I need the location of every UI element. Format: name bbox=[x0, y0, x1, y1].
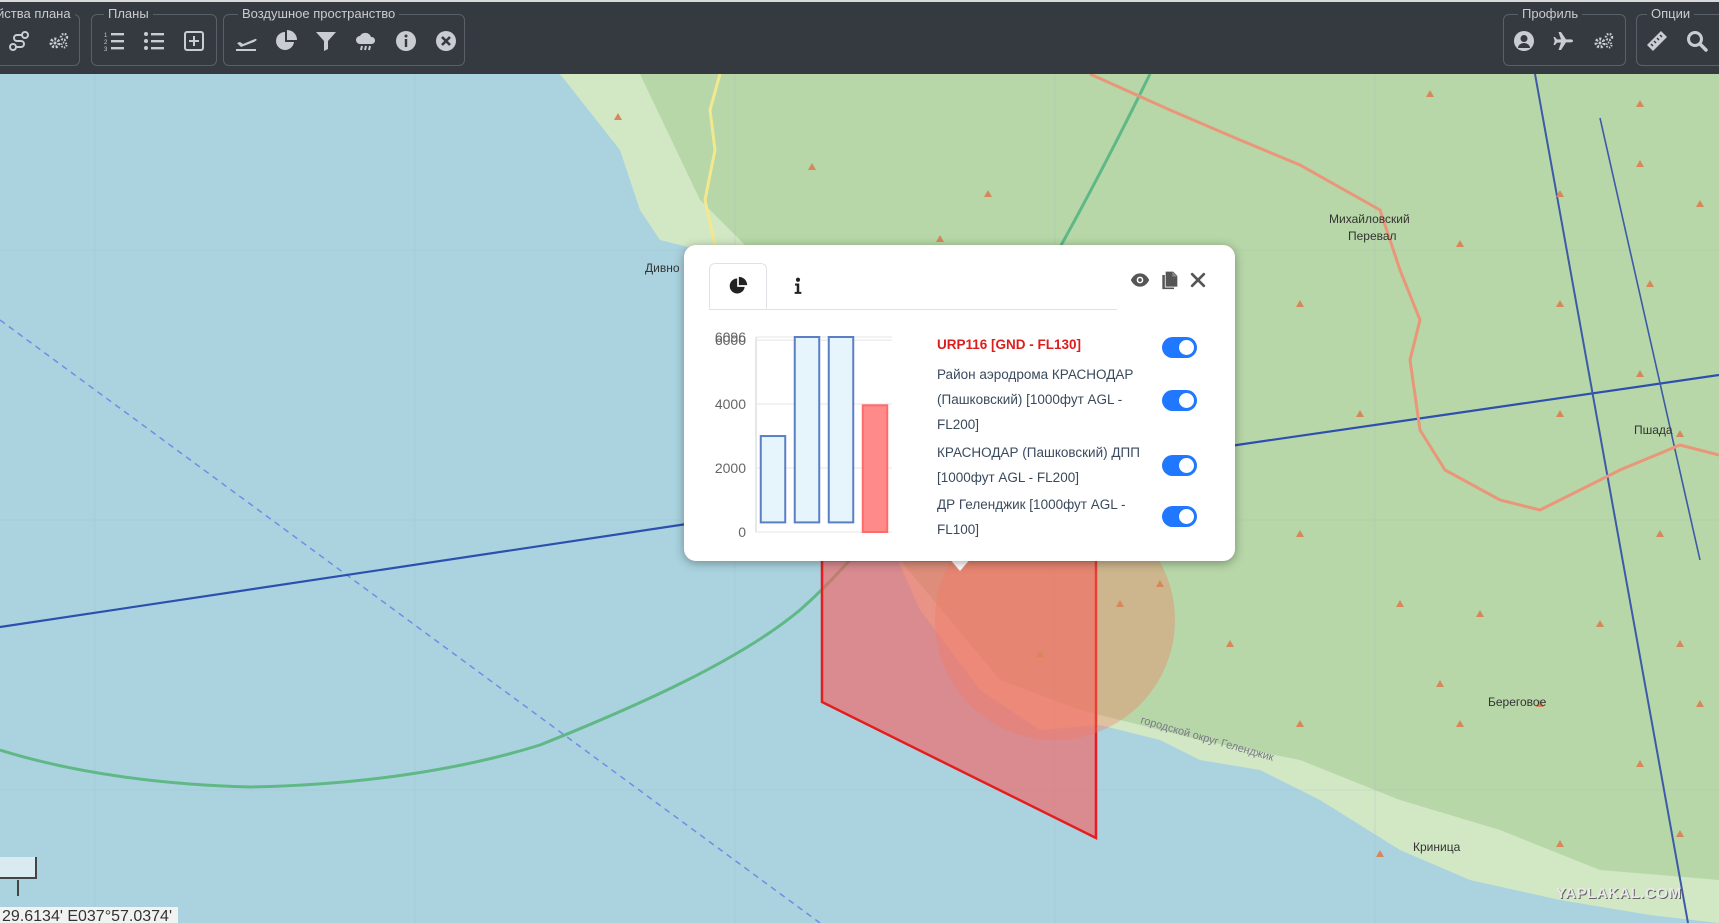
ruler-icon bbox=[1647, 31, 1667, 51]
airspace-label: Район аэродрома КРАСНОДАР bbox=[937, 367, 1134, 382]
numbered-list-button[interactable]: 123 bbox=[100, 27, 128, 55]
filter-button[interactable] bbox=[312, 27, 340, 55]
info-button[interactable] bbox=[392, 27, 420, 55]
pie-chart-icon bbox=[729, 276, 748, 294]
watermark: YAPLAKAL.COM bbox=[1556, 885, 1682, 902]
tab-info[interactable] bbox=[769, 263, 827, 309]
profile-group: Профиль bbox=[1503, 7, 1626, 66]
chart-bar[interactable] bbox=[759, 435, 787, 524]
options-group: Опции bbox=[1636, 7, 1719, 66]
airspace-toggle-urp116[interactable] bbox=[1162, 337, 1197, 358]
profile-settings-button[interactable] bbox=[1590, 27, 1618, 55]
airspace-item-urp116: URP116 [GND - FL130] bbox=[937, 332, 1157, 357]
eye-icon bbox=[1130, 273, 1150, 287]
scale-bar bbox=[0, 857, 37, 879]
place-label-krinitsa: Криница bbox=[1413, 840, 1461, 854]
filter-icon bbox=[316, 32, 336, 51]
airspace-label: URP116 [GND - FL130] bbox=[937, 337, 1082, 352]
chart-bars bbox=[759, 336, 889, 533]
airspace-label: [1000фут AGL - FL200] bbox=[937, 470, 1079, 485]
plane-icon bbox=[1553, 32, 1573, 50]
plane-departure-icon bbox=[236, 38, 257, 51]
plan-actions-group: йства плана bbox=[0, 7, 80, 66]
pie-chart-icon bbox=[276, 30, 297, 50]
svg-text:1: 1 bbox=[104, 33, 108, 39]
copy-button[interactable] bbox=[1158, 269, 1180, 291]
airspace-label: (Пашковский) [1000фут AGL - bbox=[937, 392, 1123, 407]
airspace-item-gelendzhik: ДР Геленджик [1000фут AGL - FL100] bbox=[937, 492, 1157, 542]
gears-icon bbox=[1594, 32, 1614, 49]
toggle-visibility-button[interactable] bbox=[1129, 269, 1151, 291]
airspace-toggle-gelendzhik[interactable] bbox=[1162, 506, 1197, 527]
close-circle-icon bbox=[436, 31, 456, 51]
svg-text:2: 2 bbox=[104, 40, 108, 46]
place-label-pshada: Пшада bbox=[1634, 423, 1673, 437]
toggle-knob bbox=[1179, 393, 1194, 408]
bullet-list-button[interactable] bbox=[140, 27, 168, 55]
info-icon bbox=[794, 277, 802, 294]
chart-y-tick-label: 0 bbox=[738, 524, 746, 540]
airspace-toggle-krasnodar-area[interactable] bbox=[1162, 390, 1197, 411]
close-icon bbox=[1190, 272, 1206, 288]
route-icon bbox=[9, 31, 29, 51]
aircraft-button[interactable] bbox=[1550, 27, 1578, 55]
chart-y-tick-label: 2000 bbox=[715, 460, 746, 476]
airspace-group: Воздушное пространство bbox=[223, 7, 465, 66]
cursor-coordinates: 29.6134' E037°57.0374' bbox=[0, 907, 178, 923]
chart-y-tick-label: 6096 bbox=[715, 329, 746, 345]
toggle-knob bbox=[1179, 458, 1194, 473]
info-circle-icon bbox=[396, 31, 416, 51]
profile-label: Профиль bbox=[1518, 7, 1583, 21]
altitude-chart: 02000400060006096 bbox=[715, 329, 892, 540]
airspace-item-krasnodar-dpp: КРАСНОДАР (Пашковский) ДПП [1000фут AGL … bbox=[937, 440, 1157, 490]
ruler-button[interactable] bbox=[1643, 27, 1671, 55]
add-plan-button[interactable] bbox=[180, 27, 208, 55]
plans-label: Планы bbox=[104, 7, 153, 21]
airspace-chart-button[interactable] bbox=[272, 27, 300, 55]
tab-chart[interactable] bbox=[709, 263, 767, 309]
airport-button[interactable] bbox=[232, 27, 260, 55]
popup-tabs bbox=[709, 263, 1117, 310]
scale-bar-tick bbox=[0, 880, 19, 896]
plan-actions-label: йства плана bbox=[0, 7, 75, 21]
route-button[interactable] bbox=[5, 27, 33, 55]
airspace-popup: 0 2000 4000 6000 6096 URP116 [GND - FL130] Р… bbox=[684, 245, 1235, 561]
chart-y-tick-label: 4000 bbox=[715, 396, 746, 412]
clear-button[interactable] bbox=[432, 27, 460, 55]
place-label-mikhailovsky: Михайловский bbox=[1329, 212, 1410, 226]
chart-bar[interactable] bbox=[861, 404, 889, 533]
toggle-knob bbox=[1179, 340, 1194, 355]
svg-text:3: 3 bbox=[104, 47, 108, 53]
close-popup-button[interactable] bbox=[1187, 269, 1209, 291]
plans-group: Планы 123 bbox=[91, 7, 217, 66]
chart-y-ticks: 02000400060006096 bbox=[715, 329, 746, 540]
weather-button[interactable] bbox=[352, 27, 380, 55]
gears-icon bbox=[49, 32, 69, 49]
place-label-divno: Дивно bbox=[645, 261, 680, 275]
chart-bar[interactable] bbox=[793, 336, 821, 524]
main-toolbar: йства плана Планы 123 Воздушное простран… bbox=[0, 0, 1719, 74]
airspace-label: FL200] bbox=[937, 417, 980, 432]
search-button[interactable] bbox=[1683, 27, 1711, 55]
user-profile-button[interactable] bbox=[1510, 27, 1538, 55]
place-label-beregovoe: Береговое bbox=[1488, 695, 1547, 709]
airspace-toggle-krasnodar-dpp[interactable] bbox=[1162, 455, 1197, 476]
airspace-label: ДР Геленджик [1000фут AGL - bbox=[937, 497, 1126, 512]
options-label: Опции bbox=[1647, 7, 1695, 21]
airspace-label: Воздушное пространство bbox=[238, 7, 400, 21]
copy-icon bbox=[1162, 271, 1178, 290]
airspace-item-krasnodar-area: Район аэродрома КРАСНОДАР (Пашковский) [… bbox=[937, 362, 1157, 437]
airspace-label: КРАСНОДАР (Пашковский) ДПП bbox=[937, 445, 1140, 460]
plus-square-icon bbox=[184, 31, 204, 51]
airspace-label: FL100] bbox=[937, 522, 980, 537]
cloud-rain-icon bbox=[356, 32, 376, 51]
ordered-list-icon: 123 bbox=[104, 33, 124, 53]
toggle-knob bbox=[1179, 509, 1194, 524]
plan-settings-button[interactable] bbox=[45, 27, 73, 55]
place-label-pereval: Перевал bbox=[1348, 229, 1397, 243]
chart-bar[interactable] bbox=[827, 336, 855, 524]
user-circle-icon bbox=[1514, 31, 1534, 51]
list-icon bbox=[144, 32, 164, 50]
search-icon bbox=[1687, 31, 1708, 52]
